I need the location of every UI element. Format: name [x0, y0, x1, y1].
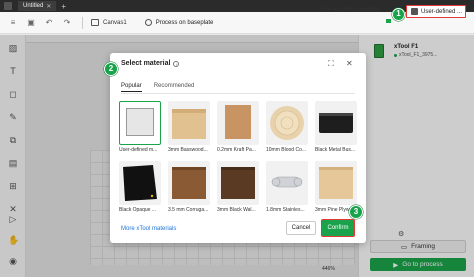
close-dialog-icon[interactable]: ✕ [346, 59, 353, 68]
material-label: User-defined m... [119, 147, 158, 153]
material-thumbnail [315, 161, 357, 205]
material-label: 1.8mm Stainles... [266, 207, 305, 213]
toolbar-divider [82, 16, 83, 29]
tabs-divider [121, 93, 355, 94]
canvas-label: Canvas1 [103, 19, 127, 26]
material-label: 10mm Blood Co... [266, 147, 307, 153]
material-card[interactable]: User-defined m... [119, 101, 161, 155]
info-icon[interactable]: i [173, 60, 180, 67]
tab-recommended[interactable]: Recommended [154, 83, 195, 92]
material-label: Black Metal Bus... [315, 147, 356, 153]
material-card[interactable]: 3.5 mm Corruga... [168, 161, 210, 215]
process-mode-selector[interactable]: Process on baseplate [144, 19, 214, 26]
undo-icon[interactable]: ↶ [44, 18, 54, 28]
material-swatch-icon [411, 8, 418, 15]
user-defined-swatch [126, 108, 154, 136]
menu-icon[interactable]: ≡ [8, 18, 18, 28]
process-icon [144, 19, 152, 26]
status-indicator [386, 19, 391, 23]
material-card[interactable]: 3mm Basswood... [168, 101, 210, 155]
material-tabs: Popular Recommended [121, 83, 194, 92]
close-icon[interactable]: ✕ [46, 3, 51, 10]
cancel-button[interactable]: Cancel [286, 221, 316, 235]
save-icon[interactable]: ▣ [26, 18, 36, 28]
step-badge-1: 1 [392, 8, 405, 21]
document-tab[interactable]: Untitled ✕ [18, 1, 57, 11]
canvas-icon [91, 19, 99, 26]
material-selector-label: User-defined ... [421, 8, 463, 15]
canvas-selector[interactable]: Canvas1 [91, 19, 127, 26]
material-label: 3.5 mm Corruga... [168, 207, 209, 213]
step-badge-2: 2 [104, 62, 118, 76]
material-label: 0.2mm Kraft Pa... [217, 147, 256, 153]
material-card[interactable]: 10mm Blood Co... [266, 101, 308, 155]
step-badge-3: 3 [349, 205, 363, 219]
select-material-dialog: Select material i ⛶ ✕ Popular Recommende… [110, 53, 366, 243]
autofocus-label: Use autofocus before [320, 7, 378, 13]
dialog-title-row: Select material i [121, 60, 180, 67]
material-card[interactable]: 0.2mm Kraft Pa... [217, 101, 259, 155]
material-card[interactable]: Black Metal Bus... [315, 101, 357, 155]
process-label: Process on baseplate [155, 19, 214, 26]
material-card[interactable]: 1.8mm Stainles... [266, 161, 308, 215]
document-tab-label: Untitled [23, 3, 44, 9]
material-label: 3mm Basswood... [168, 147, 208, 153]
material-thumbnail [266, 101, 308, 145]
material-selector-button[interactable]: User-defined ... [406, 5, 466, 18]
tab-popular[interactable]: Popular [121, 83, 142, 92]
material-label: 3mm Black Wal... [217, 207, 256, 213]
app-logo-icon [4, 2, 12, 10]
material-thumbnail [217, 161, 259, 205]
material-thumbnail [119, 161, 161, 205]
material-card[interactable]: Black Opaque ... [119, 161, 161, 215]
material-thumbnail [266, 161, 308, 205]
material-thumbnail [217, 101, 259, 145]
expand-icon[interactable]: ⛶ [328, 59, 334, 69]
material-card[interactable]: 3mm Black Wal... [217, 161, 259, 215]
more-materials-link[interactable]: More xTool materials [121, 226, 176, 232]
dialog-title: Select material [121, 60, 171, 67]
add-tab-icon[interactable]: + [61, 2, 66, 11]
material-label: Black Opaque ... [119, 207, 156, 213]
material-thumbnail [168, 101, 210, 145]
confirm-button[interactable]: Confirm [321, 219, 355, 237]
material-thumbnail [119, 101, 161, 145]
redo-icon[interactable]: ↷ [62, 18, 72, 28]
material-thumbnail [315, 101, 357, 145]
material-thumbnail [168, 161, 210, 205]
